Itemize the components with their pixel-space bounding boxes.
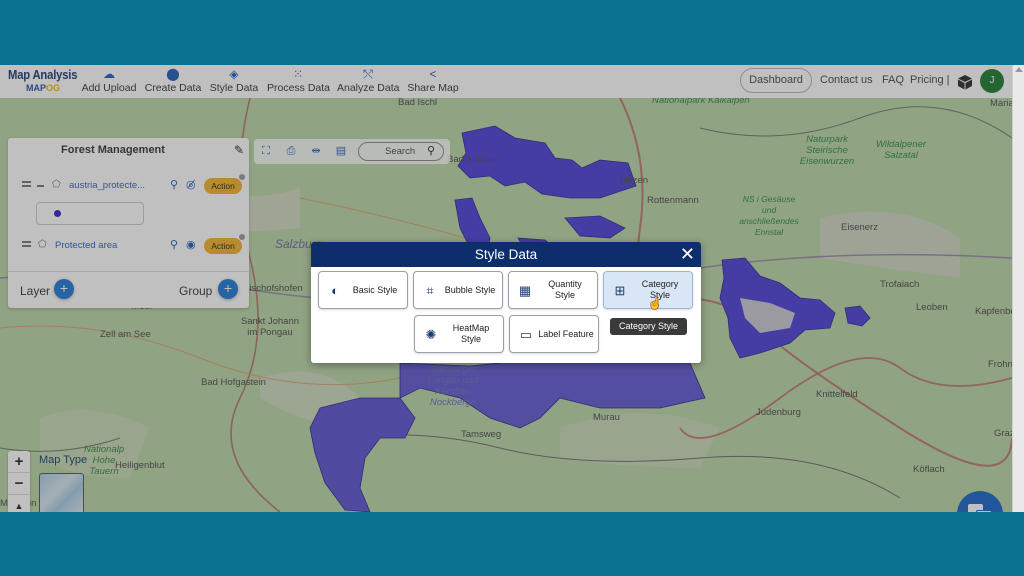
label-feature-button[interactable]: ▭ Label Feature bbox=[509, 315, 599, 353]
label-feature-icon: ▭ bbox=[519, 327, 533, 342]
option-label: Basic Style bbox=[352, 284, 398, 295]
modal-title: Style Data bbox=[474, 247, 538, 262]
modal-header: Style Data ✕ bbox=[311, 242, 701, 267]
option-label: HeatMap Style bbox=[452, 323, 490, 344]
page-scrollbar[interactable] bbox=[1012, 65, 1024, 512]
app-window: Map Analysis MAPOG ☁ Add Upload ⬤ Create… bbox=[0, 65, 1012, 512]
close-icon[interactable]: ✕ bbox=[680, 244, 695, 264]
quantity-style-icon: ▦ bbox=[518, 283, 532, 298]
style-data-modal: Style Data ✕ ◐ Basic Style ⌗ Bubble Styl… bbox=[311, 242, 701, 363]
heatmap-style-icon: ✺ bbox=[425, 327, 437, 342]
option-label: Quantity Style bbox=[548, 279, 582, 300]
option-label: Label Feature bbox=[538, 328, 594, 339]
screen-frame: Map Analysis MAPOG ☁ Add Upload ⬤ Create… bbox=[0, 65, 1024, 512]
quantity-style-button[interactable]: ▦ Quantity Style bbox=[508, 271, 598, 309]
heatmap-style-button[interactable]: ✺ HeatMap Style bbox=[414, 315, 504, 353]
hand-cursor-icon: ☝ bbox=[648, 298, 662, 310]
bubble-style-icon: ⌗ bbox=[426, 283, 434, 298]
category-style-tooltip: Category Style bbox=[610, 318, 687, 335]
scroll-up-arrow-icon[interactable] bbox=[1015, 67, 1023, 72]
basic-style-icon: ◐ bbox=[331, 283, 339, 298]
basic-style-button[interactable]: ◐ Basic Style bbox=[318, 271, 408, 309]
option-label: Bubble Style bbox=[444, 284, 496, 295]
bubble-style-button[interactable]: ⌗ Bubble Style bbox=[413, 271, 503, 309]
category-style-icon: ⊞ bbox=[614, 283, 626, 298]
